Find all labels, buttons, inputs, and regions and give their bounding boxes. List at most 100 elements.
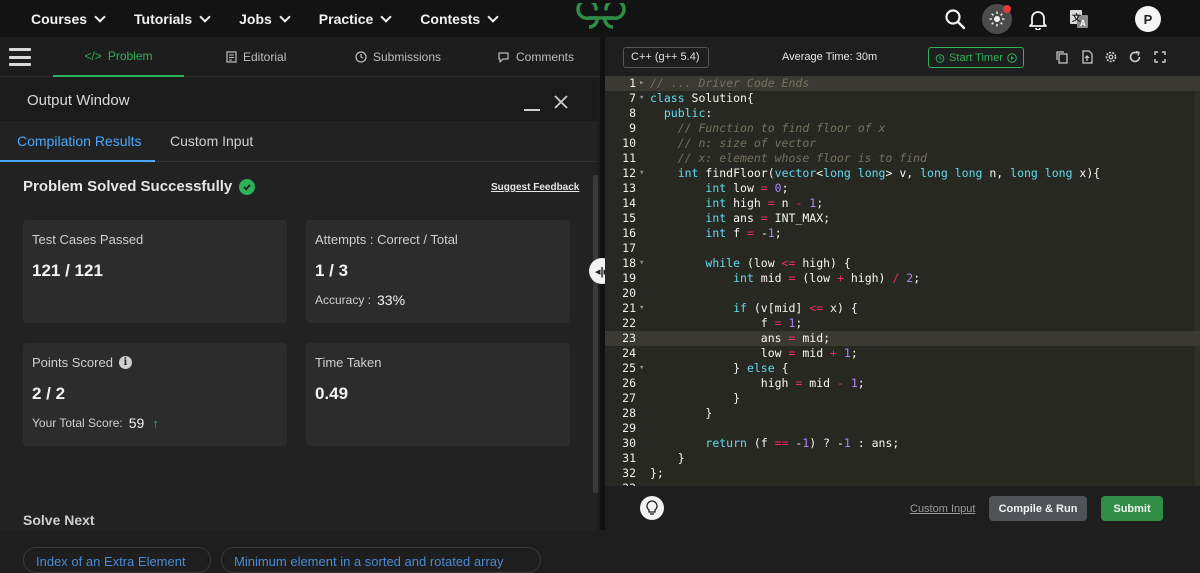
menu-icon[interactable] xyxy=(9,48,31,66)
code-line[interactable]: 21 ▾ if (v[mid] <= x) { xyxy=(605,301,1200,316)
code-line[interactable]: 14 int high = n - 1; xyxy=(605,196,1200,211)
line-number: 20 xyxy=(622,286,636,300)
code-text: } xyxy=(650,391,741,405)
code-text: } xyxy=(650,406,713,420)
close-icon[interactable] xyxy=(552,93,570,111)
fold-toggle-icon[interactable]: ▾ xyxy=(639,301,644,316)
card-value: 0.49 xyxy=(315,384,349,403)
scrollbar[interactable] xyxy=(593,175,598,493)
gfg-logo[interactable] xyxy=(573,3,629,33)
suggest-feedback-link[interactable]: Suggest Feedback xyxy=(491,182,579,193)
code-line[interactable]: 29 xyxy=(605,421,1200,436)
translate-icon[interactable]: 文 A xyxy=(1068,8,1090,30)
fold-toggle-icon[interactable]: ▾ xyxy=(639,256,644,271)
code-line[interactable]: 12 ▾ int findFloor(vector<long long> v, l… xyxy=(605,166,1200,181)
code-line[interactable]: 25 ▾ } else { xyxy=(605,361,1200,376)
fullscreen-icon[interactable] xyxy=(1153,50,1167,64)
code-line[interactable]: 32}; xyxy=(605,466,1200,481)
output-window: Output Window Compilation Results Custom… xyxy=(0,81,597,530)
code-text: low = mid + 1; xyxy=(650,346,858,360)
code-line[interactable]: 9 // Function to find floor of x xyxy=(605,121,1200,136)
line-number: 21 xyxy=(622,301,636,315)
line-number: 12 xyxy=(622,166,636,180)
line-number: 10 xyxy=(622,136,636,150)
nav-jobs[interactable]: Jobs xyxy=(239,11,291,27)
language-select[interactable]: C++ (g++ 5.4) xyxy=(623,47,709,68)
reset-icon[interactable] xyxy=(1128,50,1142,64)
compile-run-button[interactable]: Compile & Run xyxy=(989,496,1087,521)
fold-toggle-icon[interactable]: ▾ xyxy=(639,91,644,106)
line-number: 30 xyxy=(622,436,636,450)
code-line[interactable]: 24 low = mid + 1; xyxy=(605,346,1200,361)
code-line[interactable]: 22 f = 1; xyxy=(605,316,1200,331)
solve-next-item[interactable]: Minimum element in a sorted and rotated … xyxy=(221,547,541,573)
code-line[interactable]: 11 // x: element whose floor is to find xyxy=(605,151,1200,166)
card-value: 1 / 3 xyxy=(315,261,349,280)
code-line[interactable]: 8 public: xyxy=(605,106,1200,121)
svg-text:A: A xyxy=(1080,19,1086,28)
code-line[interactable]: 15 int ans = INT_MAX; xyxy=(605,211,1200,226)
start-timer-button[interactable]: Start Timer xyxy=(928,47,1024,68)
output-tabs: Compilation Results Custom Input xyxy=(0,121,597,162)
line-number: 14 xyxy=(622,196,636,210)
line-number: 27 xyxy=(622,391,636,405)
lightbulb-icon[interactable] xyxy=(640,496,664,520)
code-line[interactable]: 19 int mid = (low + high) / 2; xyxy=(605,271,1200,286)
submit-button[interactable]: Submit xyxy=(1101,496,1163,521)
gear-icon[interactable] xyxy=(1104,50,1118,64)
code-line[interactable]: 30 return (f == -1) ? -1 : ans; xyxy=(605,436,1200,451)
nav-practice[interactable]: Practice xyxy=(319,11,392,27)
code-line[interactable]: 27 } xyxy=(605,391,1200,406)
code-line[interactable]: 13 int low = 0; xyxy=(605,181,1200,196)
copy-icon[interactable] xyxy=(1055,50,1069,64)
theme-toggle-button[interactable] xyxy=(982,4,1012,34)
code-line[interactable]: 28 } xyxy=(605,406,1200,421)
code-editor[interactable]: 1 ▸// ... Driver Code Ends 7 ▾ class Solutio… xyxy=(605,76,1200,486)
tab-compilation-results[interactable]: Compilation Results xyxy=(17,133,142,149)
notification-dot xyxy=(1003,5,1011,13)
code-line[interactable]: 1 ▸ // ... Driver Code Ends xyxy=(605,76,1200,91)
nav-tutorials[interactable]: Tutorials xyxy=(134,11,211,27)
solve-next-item[interactable]: Index of an Extra Element xyxy=(23,547,211,573)
line-number: 29 xyxy=(622,421,636,435)
tab-custom-input[interactable]: Custom Input xyxy=(170,133,253,149)
tab-comments[interactable]: Comments xyxy=(497,37,574,77)
custom-input-link[interactable]: Custom Input xyxy=(910,503,975,515)
nav-courses[interactable]: Courses xyxy=(31,11,106,27)
status-heading: Problem Solved Successfully xyxy=(23,178,256,195)
code-text: return (f == -1) ? -1 : ans; xyxy=(705,436,900,450)
card-label: Time Taken xyxy=(315,355,382,370)
fold-toggle-icon[interactable]: ▾ xyxy=(639,361,644,376)
code-line[interactable]: 16 int f = -1; xyxy=(605,226,1200,241)
avatar[interactable]: P xyxy=(1135,6,1161,32)
output-window-title: Output Window xyxy=(27,92,130,109)
code-line[interactable]: 7 ▾ class Solution{ xyxy=(605,91,1200,106)
code-text: ans = mid; xyxy=(650,331,831,345)
total-score-value: 59 xyxy=(128,415,145,431)
line-number: 22 xyxy=(622,316,636,330)
line-number: 1 xyxy=(629,76,636,90)
fold-toggle-icon[interactable]: ▾ xyxy=(639,166,644,181)
code-line[interactable]: 23 ans = mid; xyxy=(605,331,1200,346)
fold-toggle-icon[interactable]: ▸ xyxy=(639,76,644,91)
nav-contests[interactable]: Contests xyxy=(420,11,499,27)
line-number: 31 xyxy=(622,451,636,465)
code-line[interactable]: 10 // n: size of vector xyxy=(605,136,1200,151)
line-number: 9 xyxy=(629,121,636,135)
tab-submissions[interactable]: Submissions xyxy=(355,37,441,77)
bell-icon[interactable] xyxy=(1027,8,1049,30)
code-line[interactable]: 18 ▾ while (low <= high) { xyxy=(605,256,1200,271)
minimize-icon[interactable] xyxy=(524,109,540,111)
info-icon[interactable]: i xyxy=(118,356,132,369)
code-line[interactable]: 17 xyxy=(605,241,1200,256)
code-line[interactable]: 26 high = mid - 1; xyxy=(605,376,1200,391)
code-line[interactable]: 31 } xyxy=(605,451,1200,466)
code-line[interactable]: 20 xyxy=(605,286,1200,301)
tab-problem[interactable]: </> Problem xyxy=(53,37,184,77)
test-cases-card: Test Cases Passed 121 / 121 xyxy=(23,220,287,323)
search-icon[interactable] xyxy=(944,8,966,30)
upload-file-icon[interactable] xyxy=(1080,50,1094,64)
editor-toolbar: C++ (g++ 5.4) Average Time: 30m Start Ti… xyxy=(605,37,1200,76)
code-text: high = mid - 1; xyxy=(650,376,865,390)
tab-editorial[interactable]: Editorial xyxy=(226,37,286,77)
